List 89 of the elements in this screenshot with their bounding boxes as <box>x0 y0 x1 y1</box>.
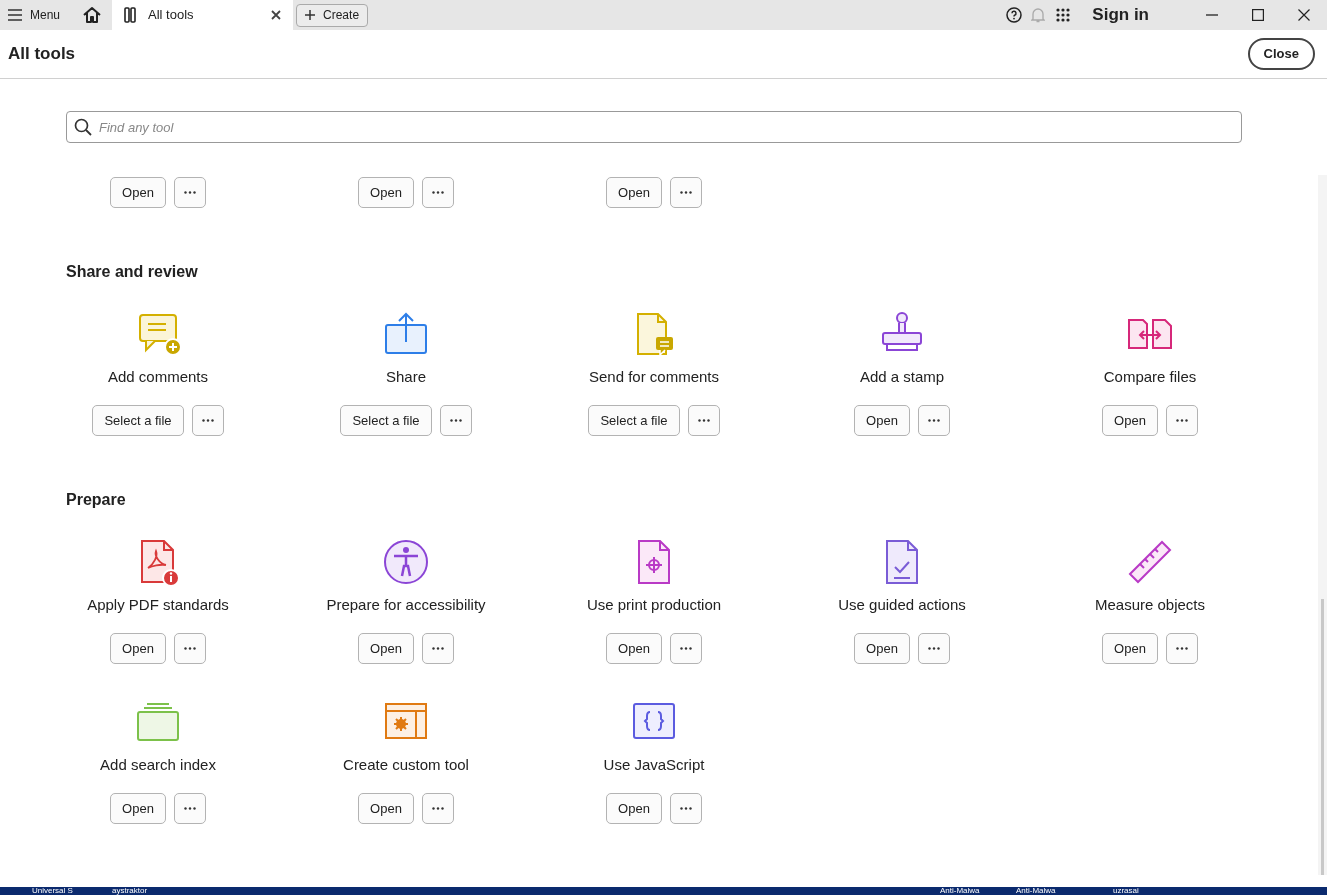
search-field[interactable]: Find any tool <box>66 111 1242 143</box>
section-heading: Prepare <box>66 490 126 510</box>
more-icon <box>183 807 196 810</box>
open-button[interactable]: Open <box>358 177 414 208</box>
more-button[interactable] <box>421 633 454 664</box>
more-icon <box>431 647 444 650</box>
close-button[interactable]: Close <box>1247 38 1315 70</box>
more-icon <box>1175 419 1188 422</box>
plus-icon <box>305 10 316 20</box>
more-button[interactable] <box>439 405 472 436</box>
taskbar-item[interactable]: uzrasai <box>1113 887 1139 895</box>
tool-name: Use JavaScript <box>603 755 705 775</box>
page-title: All tools <box>8 43 76 66</box>
more-icon <box>431 191 444 194</box>
tool-name: Add a stamp <box>859 367 945 387</box>
sign-in-button[interactable]: Sign in <box>1092 2 1149 28</box>
open-button[interactable]: Open <box>110 793 166 824</box>
more-button[interactable] <box>173 177 206 208</box>
more-button[interactable] <box>917 633 950 664</box>
more-icon <box>927 419 940 422</box>
close-icon[interactable] <box>271 10 282 20</box>
open-button[interactable]: Open <box>606 633 662 664</box>
more-button[interactable] <box>1165 405 1198 436</box>
help-icon[interactable] <box>1006 7 1023 23</box>
tool-name: Apply PDF standards <box>87 595 229 615</box>
more-button[interactable] <box>1165 633 1198 664</box>
open-button[interactable]: Open <box>606 177 662 208</box>
open-button[interactable]: Open <box>1102 633 1158 664</box>
more-icon <box>697 419 710 422</box>
scrollbar[interactable] <box>1318 175 1327 875</box>
more-button[interactable] <box>669 793 702 824</box>
maximize-icon <box>1252 9 1264 21</box>
select-file-button[interactable]: Select a file <box>92 405 184 436</box>
close-icon <box>1298 9 1310 21</box>
open-button[interactable]: Open <box>110 633 166 664</box>
taskbar-item[interactable]: aystraktor <box>112 887 148 895</box>
open-button[interactable]: Open <box>854 405 910 436</box>
tool-name: Add comments <box>107 367 208 387</box>
more-icon <box>1175 647 1188 650</box>
more-button[interactable] <box>917 405 950 436</box>
tool-name: Send for comments <box>588 367 720 387</box>
more-icon <box>183 647 196 650</box>
tool-name: Compare files <box>1103 367 1197 387</box>
open-button[interactable]: Open <box>358 793 414 824</box>
home-icon <box>82 6 103 24</box>
tool-name: Create custom tool <box>343 755 469 775</box>
tool-name: Add search index <box>100 755 216 775</box>
more-icon <box>679 807 692 810</box>
more-button[interactable] <box>421 177 454 208</box>
ruler-icon <box>1126 538 1174 586</box>
more-button[interactable] <box>669 177 702 208</box>
open-button[interactable]: Open <box>606 793 662 824</box>
select-file-button[interactable]: Select a file <box>340 405 432 436</box>
more-button[interactable] <box>173 793 206 824</box>
tool-name: Use print production <box>586 595 722 615</box>
more-icon <box>431 807 444 810</box>
menu-icon <box>8 9 22 21</box>
taskbar-item[interactable]: Universal S <box>32 887 73 895</box>
apps-grid-icon[interactable] <box>1056 8 1071 22</box>
more-button[interactable] <box>687 405 720 436</box>
more-button[interactable] <box>669 633 702 664</box>
more-icon <box>679 647 692 650</box>
select-file-button[interactable]: Select a file <box>588 405 680 436</box>
tool-name: Measure objects <box>1094 595 1206 615</box>
taskbar-item[interactable]: Anti-Malwa <box>940 887 980 895</box>
section-heading: Share and review <box>66 262 198 282</box>
more-icon <box>201 419 214 422</box>
open-button[interactable]: Open <box>854 633 910 664</box>
bell-icon[interactable] <box>1031 7 1046 23</box>
more-icon <box>183 191 196 194</box>
menu-button[interactable]: Menu <box>0 0 73 30</box>
search-icon <box>74 118 92 136</box>
more-icon <box>679 191 692 194</box>
tool-name: Use guided actions <box>838 595 966 615</box>
open-button[interactable]: Open <box>1102 405 1158 436</box>
more-icon <box>449 419 462 422</box>
accessibility-icon <box>382 538 430 586</box>
more-button[interactable] <box>191 405 224 436</box>
minimize-icon <box>1206 14 1218 16</box>
create-button[interactable]: Create <box>296 3 369 27</box>
more-icon <box>927 647 940 650</box>
taskbar-item[interactable]: Anti-Malwa <box>1016 887 1056 895</box>
open-button[interactable]: Open <box>358 633 414 664</box>
more-button[interactable] <box>173 633 206 664</box>
more-button[interactable] <box>421 793 454 824</box>
open-button[interactable]: Open <box>110 177 166 208</box>
tool-name: Share <box>386 367 426 387</box>
tool-name: Prepare for accessibility <box>326 595 486 615</box>
document-tab[interactable]: All tools <box>112 0 294 30</box>
